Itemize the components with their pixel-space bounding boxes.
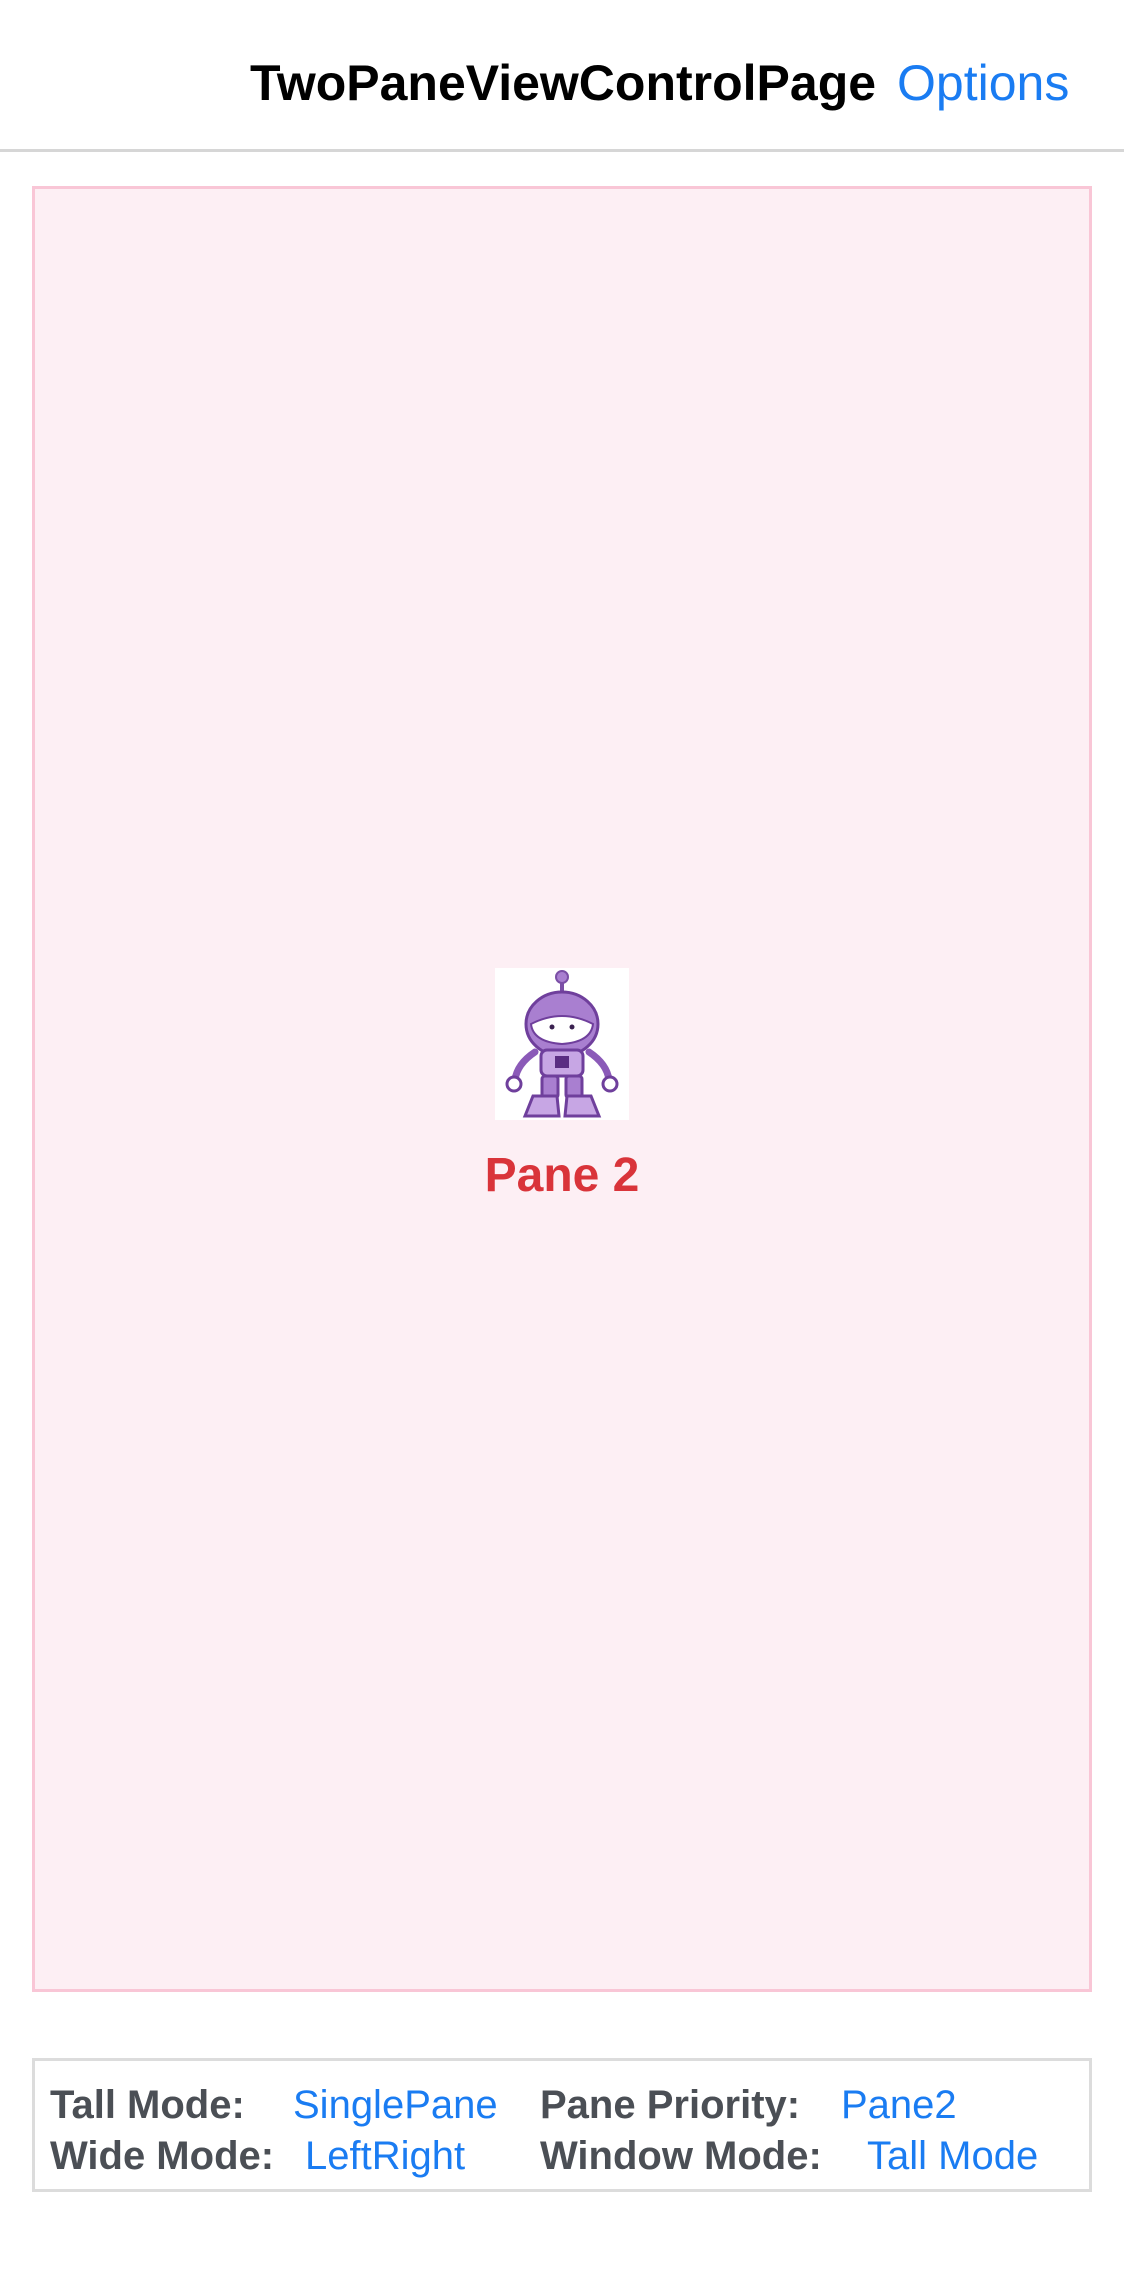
window-mode-label: Window Mode: <box>540 2134 822 2178</box>
navigation-bar: TwoPaneViewControlPage Options <box>0 0 1124 152</box>
tall-mode-label: Tall Mode: <box>50 2083 245 2127</box>
pane-label: Pane 2 <box>484 1149 640 1202</box>
wide-mode-label: Wide Mode: <box>50 2134 275 2178</box>
robot-image <box>495 968 629 1120</box>
page-title: TwoPaneViewControlPage <box>250 55 877 111</box>
tall-mode-value[interactable]: SinglePane <box>293 2085 498 2125</box>
pane-priority-label: Pane Priority: <box>540 2083 801 2127</box>
wide-mode-value[interactable]: LeftRight <box>305 2136 465 2176</box>
options-button[interactable]: Options <box>897 58 1069 108</box>
settings-panel: Tall Mode: SinglePane Pane Priority: Pan… <box>32 2058 1092 2192</box>
pane-priority-value[interactable]: Pane2 <box>841 2085 957 2125</box>
window-mode-value[interactable]: Tall Mode <box>867 2136 1038 2176</box>
